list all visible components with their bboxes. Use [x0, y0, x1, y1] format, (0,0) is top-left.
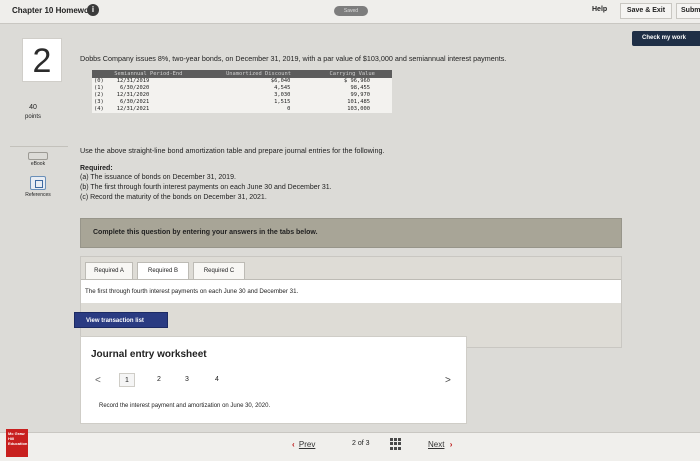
table-cell-period: (3) 6/30/2021 [92, 99, 205, 106]
tab-required-c[interactable]: Required C [193, 262, 245, 280]
table-cell-discount: 0 [204, 106, 313, 113]
table-cell-carrying: 98,455 [312, 85, 392, 92]
top-bar: Chapter 10 Homework i Saved Help Save & … [0, 0, 700, 24]
table-cell-discount: 4,545 [204, 85, 313, 92]
required-tabs-panel: Required A Required B Required C The fir… [80, 256, 622, 348]
tab-content: The first through fourth interest paymen… [81, 279, 621, 303]
table-row: (1) 6/30/2020 4,545 98,455 [92, 85, 392, 92]
table-row: (0) 12/31/2019 $6,040 $ 96,960 [92, 78, 392, 85]
points-value: 40 [29, 104, 37, 111]
prev-question-button[interactable]: ‹ Prev [292, 440, 315, 449]
table-cell-discount: 3,030 [204, 92, 313, 99]
worksheet-page-2[interactable]: 2 [151, 373, 167, 387]
page-total: 3 [365, 440, 370, 447]
ebook-label: eBook [30, 161, 46, 167]
references-link[interactable]: References [14, 176, 62, 198]
bottom-nav-bar [0, 432, 700, 461]
question-grid-icon[interactable] [390, 438, 402, 450]
worksheet-prev-icon[interactable]: < [95, 375, 101, 386]
table-row: (3) 6/30/2021 1,515 101,485 [92, 99, 392, 106]
instruction-text: Use the above straight-line bond amortiz… [80, 146, 385, 155]
ebook-link[interactable]: eBook [18, 152, 58, 167]
table-cell-period: (0) 12/31/2019 [92, 78, 205, 85]
mcgraw-hill-logo: Mc Graw Hill Education [6, 429, 28, 457]
table-row: (2) 12/31/2020 3,030 99,970 [92, 92, 392, 99]
complete-question-banner: Complete this question by entering your … [80, 218, 622, 248]
chevron-right-icon: › [449, 440, 453, 449]
worksheet-description: Record the interest payment and amortiza… [99, 403, 271, 409]
worksheet-page-4[interactable]: 4 [209, 373, 225, 387]
page-of: of [357, 440, 364, 447]
table-header: Carrying Value [312, 70, 392, 78]
help-link[interactable]: Help [592, 6, 607, 13]
table-cell-carrying: 101,485 [312, 99, 392, 106]
tab-description: The first through fourth interest paymen… [85, 288, 299, 295]
table-row: (4) 12/31/2021 0 103,000 [92, 106, 392, 113]
table-cell-carrying: 103,000 [312, 106, 392, 113]
worksheet-page-3[interactable]: 3 [179, 373, 195, 387]
table-cell-discount: $6,040 [204, 78, 313, 85]
points-label: points [24, 114, 41, 120]
worksheet-title: Journal entry worksheet [91, 349, 207, 360]
amortization-table: Semiannual Period-End Unamortized Discou… [92, 70, 392, 113]
submit-button[interactable]: Submit [676, 3, 700, 19]
journal-entry-worksheet: Journal entry worksheet < 1 2 3 4 > Reco… [80, 336, 467, 424]
question-prompt: Dobbs Company issues 8%, two-year bonds,… [80, 54, 507, 63]
required-heading: Required: [80, 165, 113, 172]
table-header: Semiannual Period-End [92, 70, 205, 78]
page-indicator: 2 of 3 [352, 440, 370, 447]
table-cell-period: (4) 12/31/2021 [92, 106, 205, 113]
table-cell-period: (2) 12/31/2020 [92, 92, 205, 99]
table-cell-carrying: $ 96,960 [312, 78, 392, 85]
chevron-left-icon: ‹ [292, 440, 295, 449]
view-transaction-list-button[interactable]: View transaction list [74, 312, 168, 328]
worksheet-next-icon[interactable]: > [445, 375, 451, 386]
prev-label: Prev [298, 440, 316, 449]
required-c-text: (c) Record the maturity of the bonds on … [80, 194, 267, 201]
worksheet-page-1[interactable]: 1 [119, 373, 135, 387]
table-header: Unamortized Discount [204, 70, 313, 78]
table-cell-discount: 1,515 [204, 99, 313, 106]
tab-required-b[interactable]: Required B [137, 262, 189, 280]
table-cell-carrying: 99,970 [312, 92, 392, 99]
required-a-text: (a) The issuance of bonds on December 31… [80, 174, 236, 181]
tab-required-a[interactable]: Required A [85, 262, 133, 280]
references-icon [30, 176, 46, 190]
question-number: 2 [22, 38, 62, 82]
page-current: 2 [352, 440, 356, 447]
saved-status-badge: Saved [334, 6, 368, 16]
table-cell-period: (1) 6/30/2020 [92, 85, 205, 92]
next-question-button[interactable]: Next › [428, 440, 452, 449]
references-label: References [25, 192, 51, 198]
ebook-icon [28, 152, 48, 160]
next-label: Next [428, 440, 445, 449]
required-b-text: (b) The first through fourth interest pa… [80, 184, 332, 191]
save-exit-button[interactable]: Save & Exit [620, 3, 672, 19]
check-my-work-button[interactable]: Check my work [632, 31, 700, 46]
sidebar-divider [10, 146, 68, 147]
info-icon[interactable]: i [87, 4, 99, 16]
chapter-title: Chapter 10 Homework [12, 6, 97, 15]
